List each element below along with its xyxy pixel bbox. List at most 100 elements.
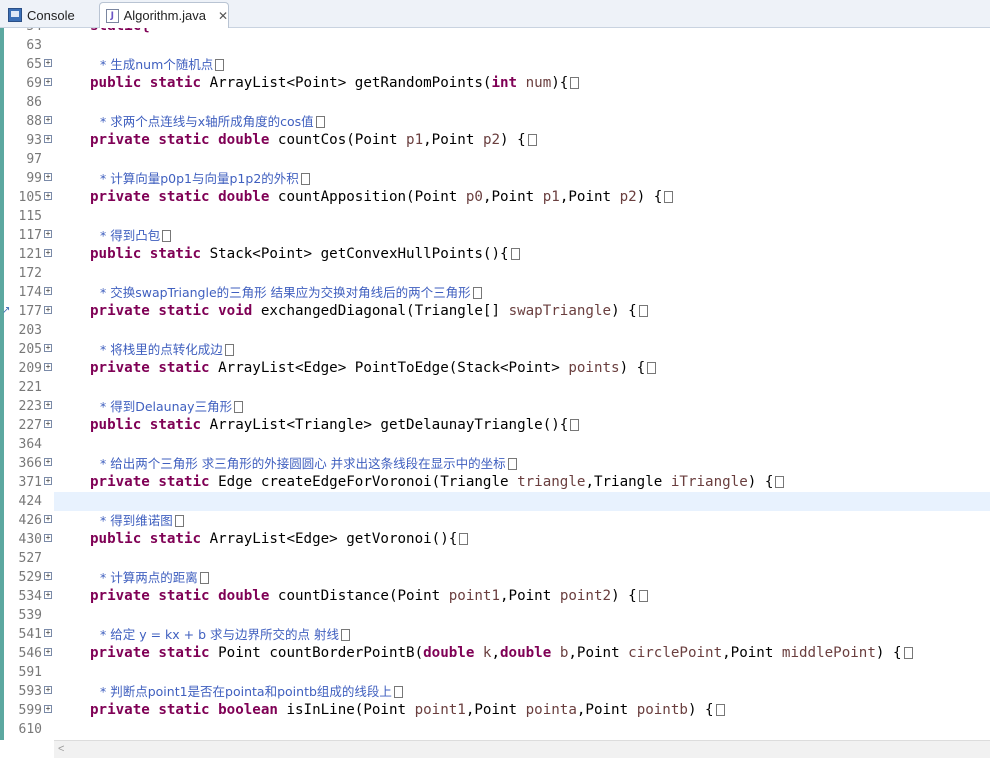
folded-block-indicator[interactable] <box>715 704 725 716</box>
code-editor[interactable]: 54 static{ 6365+* 生成num个随机点69+public sta… <box>0 28 990 740</box>
code-line[interactable]: 117 + * 得到凸包 <box>0 226 990 245</box>
fold-expand-icon[interactable]: + <box>44 249 52 257</box>
folded-block-indicator[interactable] <box>315 116 325 128</box>
code-line[interactable]: 63 <box>0 36 990 55</box>
fold-expand-icon[interactable]: + <box>44 116 52 124</box>
fold-expand-icon[interactable]: + <box>44 420 52 428</box>
folded-block-indicator[interactable] <box>570 77 580 89</box>
code-line[interactable]: 105 + private static double countAppositio… <box>0 188 990 207</box>
folded-block-indicator[interactable] <box>199 572 209 584</box>
code-line[interactable]: 371 + private static Edge createEdgeForVor… <box>0 473 990 492</box>
close-tab-icon[interactable]: ✕ <box>218 9 228 23</box>
folded-block-indicator[interactable] <box>527 134 537 146</box>
folded-block-indicator[interactable] <box>234 401 244 413</box>
fold-expand-icon[interactable]: + <box>44 363 52 371</box>
code-line[interactable]: 527 <box>0 549 990 568</box>
fold-expand-icon[interactable]: + <box>44 648 52 656</box>
override-marker-icon[interactable]: ↗ <box>2 305 10 317</box>
folded-block-indicator[interactable] <box>300 173 310 185</box>
folded-block-indicator[interactable] <box>174 515 184 527</box>
folded-block-indicator[interactable] <box>903 647 913 659</box>
code-line[interactable]: 541 + * 给定 y = kx + b 求与边界所交的点 射线 <box>0 625 990 644</box>
tab-algorithm-java-label: Algorithm.java <box>123 8 206 23</box>
folded-block-indicator[interactable] <box>459 533 469 545</box>
code-line[interactable]: 539 <box>0 606 990 625</box>
folded-block-indicator[interactable] <box>570 419 580 431</box>
tab-console[interactable]: Console <box>2 2 88 28</box>
fold-expand-icon[interactable]: + <box>44 230 52 238</box>
code-line[interactable]: 93 + private static double countCos(Point … <box>0 131 990 150</box>
fold-expand-icon[interactable]: + <box>44 192 52 200</box>
code-line[interactable]: 593 + * 判断点point1是否在pointa和pointb组成的线段上 <box>0 682 990 701</box>
code-line[interactable]: 534 + private static double countDistance(… <box>0 587 990 606</box>
fold-expand-icon[interactable]: + <box>44 306 52 314</box>
fold-expand-icon[interactable]: + <box>44 591 52 599</box>
folded-block-indicator[interactable] <box>162 230 172 242</box>
code-token: ArrayList<Edge> PointToEdge(Stack<Point> <box>218 360 569 376</box>
code-line[interactable]: 221 <box>0 378 990 397</box>
code-line[interactable]: 546 + private static Point countBorderPoin… <box>0 644 990 663</box>
keyword-token: private static boolean <box>90 702 287 718</box>
fold-expand-icon[interactable]: + <box>44 173 52 181</box>
code-line[interactable]: 426 + * 得到维诺图 <box>0 511 990 530</box>
code-line[interactable]: 172 <box>0 264 990 283</box>
code-line[interactable]: 86 <box>0 93 990 112</box>
folded-block-indicator[interactable] <box>340 629 350 641</box>
code-line[interactable]: 115 <box>0 207 990 226</box>
code-line[interactable]: 227 + public static ArrayList<Triangle> ge… <box>0 416 990 435</box>
code-line[interactable]: 174 + * 交换swapTriangle的三角形 结果应为交换对角线后的两个三角… <box>0 283 990 302</box>
folded-block-indicator[interactable] <box>472 287 482 299</box>
folded-block-indicator[interactable] <box>215 59 225 71</box>
fold-expand-icon[interactable]: + <box>44 59 52 67</box>
tab-algorithm-java[interactable]: J Algorithm.java ✕ <box>99 2 229 28</box>
fold-expand-icon[interactable]: + <box>44 78 52 86</box>
code-line[interactable]: 177 ↗ + private static void exchangedDiagon… <box>0 302 990 321</box>
code-line[interactable]: 424 <box>0 492 990 511</box>
code-line[interactable]: 203 <box>0 321 990 340</box>
fold-expand-icon[interactable]: + <box>44 515 52 523</box>
fold-expand-icon[interactable]: + <box>44 705 52 713</box>
code-line[interactable]: 97 <box>0 150 990 169</box>
code-line[interactable]: 366 + * 给出两个三角形 求三角形的外接圆圆心 并求出这条线段在显示中的坐标 <box>0 454 990 473</box>
folded-block-indicator[interactable] <box>775 476 785 488</box>
fold-expand-icon[interactable]: + <box>44 477 52 485</box>
code-line[interactable]: 591 <box>0 663 990 682</box>
code-line[interactable]: 205 + * 将栈里的点转化成边 <box>0 340 990 359</box>
code-line[interactable]: 610 <box>0 720 990 739</box>
fold-expand-icon[interactable]: + <box>44 534 52 542</box>
code-line[interactable]: 121 + public static Stack<Point> getConvex… <box>0 245 990 264</box>
line-number: 63 <box>26 38 42 53</box>
fold-expand-icon[interactable]: + <box>44 686 52 694</box>
code-line[interactable]: 223 + * 得到Delaunay三角形 <box>0 397 990 416</box>
folded-block-indicator[interactable] <box>510 248 520 260</box>
folded-block-indicator[interactable] <box>664 191 674 203</box>
code-token: ,Point <box>465 702 526 718</box>
horizontal-scrollbar[interactable]: < <box>54 740 990 758</box>
folded-block-indicator[interactable] <box>638 305 648 317</box>
folded-block-indicator[interactable] <box>393 686 403 698</box>
fold-expand-icon[interactable]: + <box>44 135 52 143</box>
code-line[interactable]: 430 + public static ArrayList<Edge> getVor… <box>0 530 990 549</box>
code-line[interactable]: 65 + * 生成num个随机点 <box>0 55 990 74</box>
code-line[interactable]: 69 + public static ArrayList<Point> getRan… <box>0 74 990 93</box>
folded-block-indicator[interactable] <box>507 458 517 470</box>
code-line[interactable]: 529 + * 计算两点的距离 <box>0 568 990 587</box>
folded-block-indicator[interactable] <box>224 344 234 356</box>
fold-expand-icon[interactable]: + <box>44 458 52 466</box>
code-line[interactable]: 209 + private static ArrayList<Edge> Point… <box>0 359 990 378</box>
folded-block-indicator[interactable] <box>647 362 657 374</box>
fold-expand-icon[interactable]: + <box>44 401 52 409</box>
code-line[interactable]: 99 + * 计算向量p0p1与向量p1p2的外积 <box>0 169 990 188</box>
folded-block-indicator[interactable] <box>638 590 648 602</box>
fold-expand-icon[interactable]: + <box>44 344 52 352</box>
line-number: 539 <box>18 608 42 623</box>
fold-expand-icon[interactable]: + <box>44 287 52 295</box>
code-line[interactable]: 88 + * 求两个点连线与x轴所成角度的cos值 <box>0 112 990 131</box>
code-line[interactable]: 364 <box>0 435 990 454</box>
line-number: 221 <box>18 380 42 395</box>
scroll-left-icon[interactable]: < <box>58 743 64 755</box>
fold-expand-icon[interactable]: + <box>44 572 52 580</box>
code-line[interactable]: 599 + private static boolean isInLine(Poin… <box>0 701 990 720</box>
code-token: ArrayList<Triangle> getDelaunayTriangle(… <box>209 417 569 433</box>
fold-expand-icon[interactable]: + <box>44 629 52 637</box>
